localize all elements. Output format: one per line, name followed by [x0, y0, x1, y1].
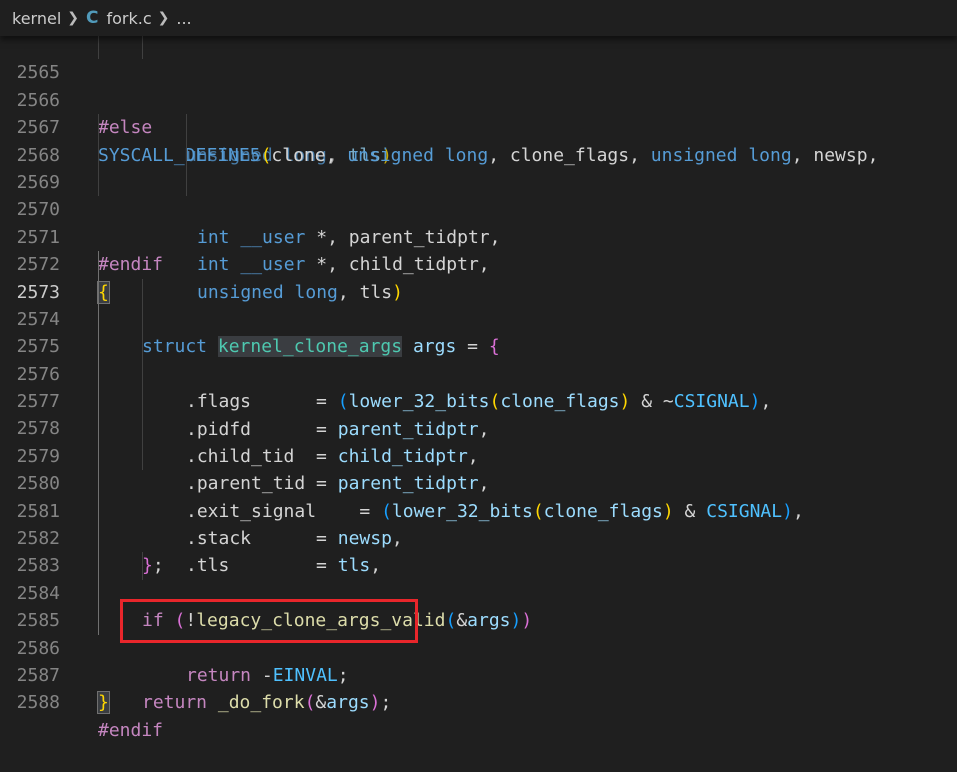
breadcrumb-file[interactable]: fork.c: [106, 9, 151, 28]
indent-guide: [98, 525, 99, 553]
chevron-right-icon: ❯: [67, 10, 79, 26]
token: return: [142, 692, 208, 714]
indent-guide: [98, 141, 99, 169]
token: ;: [380, 692, 392, 714]
code-line[interactable]: 2582: [0, 497, 957, 549]
indent-guide: [186, 168, 187, 197]
indent-guide: [142, 415, 143, 443]
c-file-icon: C: [86, 8, 99, 28]
code-line[interactable]: 2575 .pidfd = parent_tidptr,: [0, 305, 957, 440]
indent-guide: [142, 360, 143, 389]
indent-guide: [142, 32, 143, 60]
code-line[interactable]: 2574 .flags = (lower_32_bits(clone_flags…: [0, 278, 957, 412]
code-line[interactable]: 2573 struct kernel_clone_args args = {: [0, 251, 957, 358]
indent-guide: [186, 114, 187, 142]
indent-guide: [142, 552, 143, 580]
indent-guide: [142, 442, 143, 471]
indent-guide: [98, 415, 99, 443]
token: _do_fork: [217, 692, 305, 714]
indent-guide: [142, 388, 143, 416]
indent-guide: [98, 114, 99, 142]
line-code: }: [97, 689, 110, 716]
annotation-highlight-box: [120, 599, 418, 643]
code-line[interactable]: 2571 #endif: [0, 196, 957, 275]
bracket-match: }: [97, 691, 110, 715]
indent-guide: [98, 497, 99, 526]
code-line[interactable]: 2588 #endif: [0, 662, 957, 740]
code-line[interactable]: 2572 {: [0, 224, 957, 304]
indent-guide: [98, 388, 99, 416]
breadcrumb: kernel ❯ C fork.c ❯ ...: [0, 0, 957, 36]
indent-guide: [98, 168, 99, 197]
token: (: [304, 692, 316, 714]
code-line[interactable]: 2583 if (!legacy_clone_args_valid(&args)…: [0, 525, 957, 631]
breadcrumb-folder[interactable]: kernel: [12, 9, 61, 28]
code-line[interactable]: 2576 .child_tid = child_tidptr,: [0, 333, 957, 467]
indent-guide: [98, 360, 99, 389]
code-line[interactable]: 2569 int __user *, child_tidptr,: [0, 141, 957, 275]
token: args: [326, 692, 370, 714]
indent-guide: [98, 251, 99, 279]
line-code: return _do_fork(&args);: [142, 689, 391, 716]
indent-guide: [98, 579, 99, 608]
code-line[interactable]: 2580 .tls = tls,: [0, 442, 957, 576]
indent-guide: [98, 278, 99, 306]
indent-guide: [98, 470, 99, 498]
indent-guide: [142, 333, 143, 361]
indent-guide: [98, 552, 99, 580]
indent-guide: [98, 607, 99, 635]
indent-guide: [98, 32, 99, 60]
indent-guide: [98, 333, 99, 361]
chevron-right-icon: ❯: [157, 10, 170, 26]
code-editor[interactable]: 2565 unsigned long, tls) 2566 #else 2567…: [0, 32, 957, 741]
code-line[interactable]: 2579 .stack = newsp,: [0, 415, 957, 549]
code-line[interactable]: 2568 int __user *, parent_tidptr,: [0, 114, 957, 248]
indent-guide: [186, 141, 187, 169]
code-line[interactable]: 2567 SYSCALL_DEFINE5(clone, unsigned lon…: [0, 87, 957, 165]
code-line[interactable]: 2565 unsigned long, tls): [0, 32, 957, 166]
indent-guide: [142, 278, 143, 306]
line-number: 2588: [16, 692, 60, 714]
breadcrumb-more[interactable]: ...: [176, 9, 191, 28]
token: #endif: [98, 719, 164, 741]
code-line[interactable]: 2566 #else: [0, 59, 957, 138]
code-line[interactable]: 2570 unsigned long, tls): [0, 168, 957, 303]
code-line[interactable]: 2581 };: [0, 470, 957, 576]
token: &: [315, 692, 327, 714]
token: ): [369, 692, 381, 714]
code-line[interactable]: 2578 .exit_signal = (lower_32_bits(clone…: [0, 388, 957, 522]
line-code: #endif: [98, 717, 163, 744]
indent-guide: [98, 442, 99, 471]
indent-guide: [142, 305, 143, 334]
indent-guide: [98, 305, 99, 334]
code-line[interactable]: 2584 return -EINVAL;: [0, 552, 957, 686]
code-line[interactable]: 2577 .parent_tid = parent_tidptr,: [0, 360, 957, 494]
